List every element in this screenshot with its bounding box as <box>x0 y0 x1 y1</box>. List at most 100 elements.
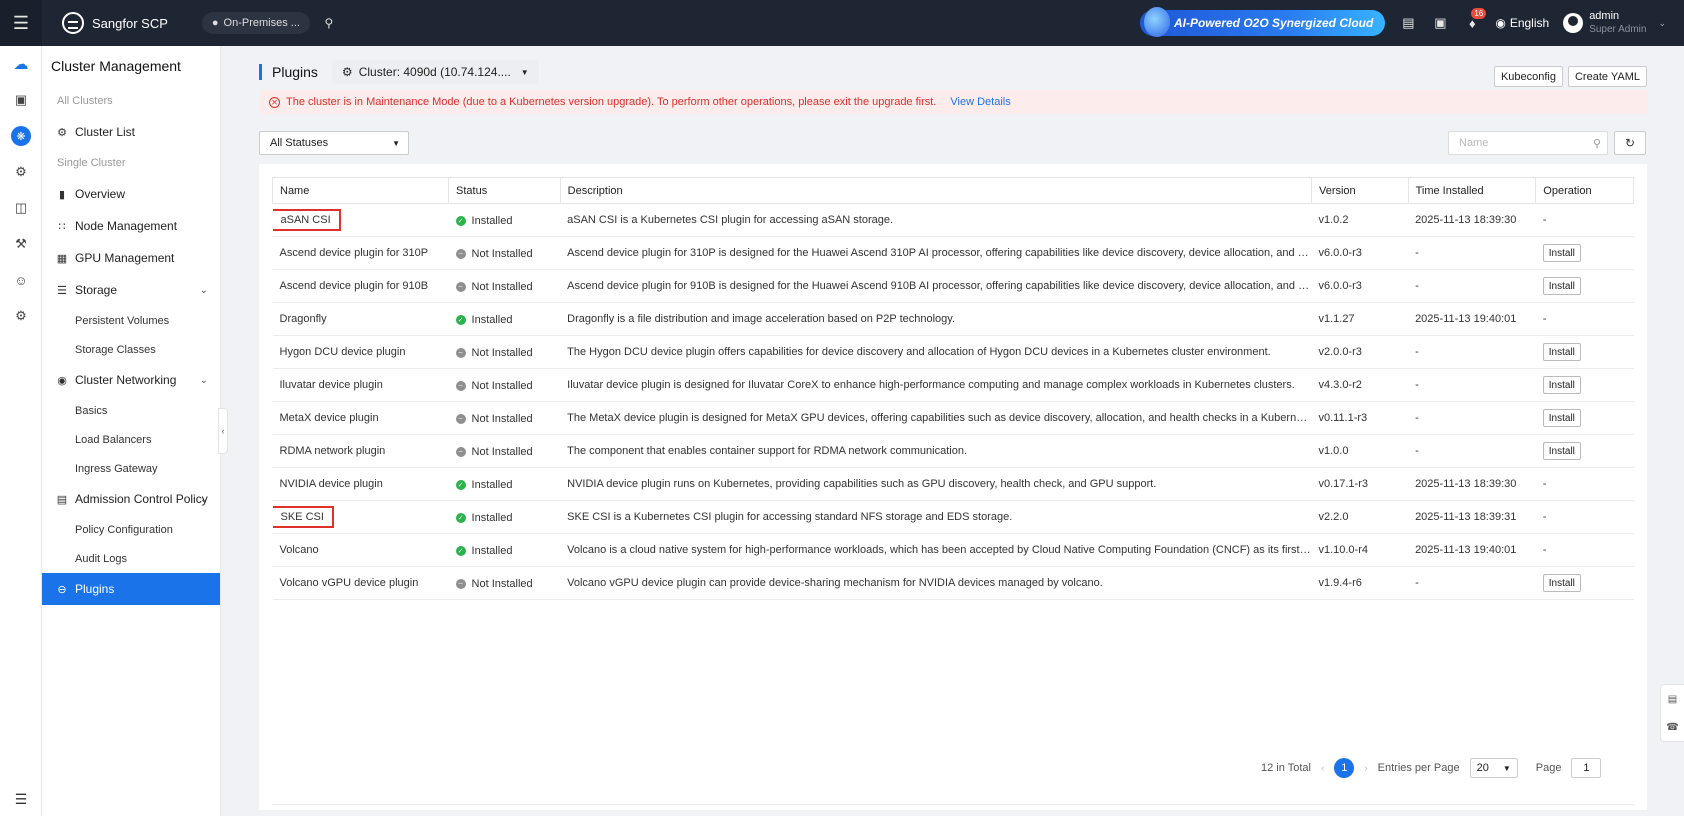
plugin-name[interactable]: Volcano <box>272 533 449 567</box>
operation-cell: Install <box>1535 434 1634 468</box>
cluster-selector[interactable]: ⚙ Cluster: 4090d (10.74.124.... ▼ <box>331 60 539 84</box>
support-icon[interactable]: ☎ <box>1666 722 1678 733</box>
install-button[interactable]: Install <box>1542 409 1581 427</box>
plugin-name[interactable]: aSAN CSI <box>272 203 449 237</box>
gpu-icon: ▦ <box>56 252 68 265</box>
user-icon[interactable]: ☺ <box>0 262 42 298</box>
column-header-name[interactable]: Name <box>271 177 450 204</box>
caret-down-icon: ▼ <box>1502 763 1511 773</box>
app-logo[interactable]: Sangfor SCP <box>62 12 168 34</box>
cloud-icon[interactable]: ☁ <box>0 46 42 82</box>
plugin-name[interactable]: Hygon DCU device plugin <box>272 335 449 369</box>
column-header-time-installed[interactable]: Time Installed <box>1408 177 1537 204</box>
description-cell: The Hygon DCU device plugin offers capab… <box>560 335 1312 369</box>
search-input[interactable]: Name ⚲ <box>1448 131 1608 155</box>
sidebar-item-basics[interactable]: Basics <box>42 396 220 425</box>
gear-icon: ⚙ <box>57 126 67 139</box>
plugin-name-highlight: SKE CSI <box>272 506 334 528</box>
pager-divider <box>272 804 1634 805</box>
settings-icon[interactable]: ⚙ <box>0 298 42 334</box>
table-row: NVIDIA device plugin ✓ Installed NVIDIA dev… <box>272 467 1634 501</box>
sidebar-collapse-handle[interactable]: ‹ <box>218 408 228 454</box>
description-cell: Volcano vGPU device plugin can provide d… <box>560 566 1312 600</box>
sidebar-item-ingress-gateway[interactable]: Ingress Gateway <box>42 454 220 483</box>
search-icon[interactable]: ⚲ <box>320 14 338 32</box>
plugin-icon: ⊖ <box>57 583 67 596</box>
table-row: MetaX device plugin – Not Installed The Met… <box>272 401 1634 435</box>
view-details-link[interactable]: View Details <box>950 96 1010 108</box>
refresh-button[interactable]: ↻ <box>1614 131 1646 155</box>
version-cell: v0.11.1-r3 <box>1311 401 1409 435</box>
install-button[interactable]: Install <box>1542 574 1581 592</box>
entries-per-page-select[interactable]: 20 ▼ <box>1469 758 1518 778</box>
clipboard-icon[interactable]: ▤ <box>1399 14 1417 32</box>
install-button[interactable]: Install <box>1542 442 1581 460</box>
plugin-name[interactable]: NVIDIA device plugin <box>272 467 449 501</box>
version-cell: v1.0.2 <box>1311 203 1409 237</box>
minus-circle-icon: – <box>455 578 466 589</box>
time-installed-cell: 2025-11-13 18:39:30 <box>1408 467 1536 501</box>
sidebar-item-plugins[interactable]: ⊖ Plugins <box>42 573 220 605</box>
language-selector[interactable]: ◉ English <box>1495 16 1549 30</box>
kubeconfig-button[interactable]: Kubeconfig <box>1493 66 1563 87</box>
package-icon[interactable]: ◫ <box>0 190 42 226</box>
monitor-icon[interactable]: ▣ <box>0 82 42 118</box>
install-button[interactable]: Install <box>1542 343 1581 361</box>
page-input[interactable]: 1 <box>1571 758 1602 778</box>
sidebar-item-persistent-volumes[interactable]: Persistent Volumes <box>42 306 220 335</box>
plugin-name[interactable]: Ascend device plugin for 910B <box>272 269 449 303</box>
user-menu[interactable]: admin Super Admin ⌄ <box>1563 10 1666 36</box>
plugin-name[interactable]: Dragonfly <box>272 302 449 336</box>
plugin-name[interactable]: RDMA network plugin <box>272 434 449 468</box>
database-icon: ☰ <box>57 284 67 297</box>
table-row: Volcano ✓ Installed Volcano is a cloud nati… <box>272 533 1634 567</box>
status-label: Not Installed <box>471 346 533 359</box>
plugin-name[interactable]: Ascend device plugin for 310P <box>272 236 449 270</box>
sidebar-item-storage[interactable]: ☰ Storage ⌄ <box>42 274 220 306</box>
status-cell: – Not Installed <box>448 269 561 303</box>
sidebar-item-cluster-networking[interactable]: ◉ Cluster Networking ⌄ <box>42 364 220 396</box>
plugin-name[interactable]: MetaX device plugin <box>272 401 449 435</box>
sidebar-item-storage-classes[interactable]: Storage Classes <box>42 335 220 364</box>
table-row: Iluvatar device plugin – Not Installed Iluv… <box>272 368 1634 402</box>
cluster-icon[interactable]: ❋ <box>0 118 42 154</box>
location-pin-icon: ● <box>211 17 219 29</box>
minus-circle-icon: – <box>455 347 466 358</box>
status-label: Not Installed <box>471 379 533 392</box>
sidebar-item-audit-logs[interactable]: Audit Logs <box>42 544 220 573</box>
column-header-status[interactable]: Status <box>448 177 561 204</box>
status-filter[interactable]: All Statuses ▼ <box>259 131 409 155</box>
main-content: Plugins ⚙ Cluster: 4090d (10.74.124.... … <box>221 46 1684 816</box>
notes-icon[interactable]: ▤ <box>1668 694 1677 705</box>
sidebar-item-load-balancers[interactable]: Load Balancers <box>42 425 220 454</box>
sidebar-item-node-management[interactable]: ∷ Node Management <box>42 210 220 242</box>
bell-icon[interactable]: ♦ 16 <box>1463 8 1487 32</box>
network-icon[interactable]: ⚙ <box>0 154 42 190</box>
install-button[interactable]: Install <box>1542 244 1581 262</box>
wrench-icon[interactable]: ⚒ <box>0 226 42 262</box>
minus-circle-icon: – <box>455 281 466 292</box>
sidebar-item-gpu-management[interactable]: ▦ GPU Management <box>42 242 220 274</box>
install-button[interactable]: Install <box>1542 376 1581 394</box>
description-cell: Volcano is a cloud native system for hig… <box>560 533 1312 567</box>
plugin-name[interactable]: SKE CSI <box>272 500 449 534</box>
sidebar-item-admission-control-policy[interactable]: ▤ Admission Control Policy ⌄ <box>42 483 220 515</box>
promo-banner[interactable]: AI-Powered O2O Synergized Cloud <box>1139 7 1386 37</box>
sidebar-item-overview[interactable]: ▮ Overview <box>42 178 220 210</box>
plugin-name[interactable]: Iluvatar device plugin <box>272 368 449 402</box>
time-installed-cell: - <box>1408 236 1536 270</box>
install-button[interactable]: Install <box>1542 277 1581 295</box>
plugin-name[interactable]: Volcano vGPU device plugin <box>272 566 449 600</box>
status-cell: – Not Installed <box>448 368 561 402</box>
page-number[interactable]: 1 <box>1334 758 1355 778</box>
sidebar-item-cluster-list[interactable]: ⚙ Cluster List <box>42 116 220 148</box>
collapse-menu-icon[interactable]: ☰ <box>0 791 42 808</box>
sidebar-item-policy-configuration[interactable]: Policy Configuration <box>42 515 220 544</box>
location-selector[interactable]: ● On-Premises ... <box>201 12 310 34</box>
menu-icon[interactable]: ☰ <box>0 0 42 46</box>
prev-page-icon[interactable]: ‹ <box>1321 763 1324 774</box>
create-yaml-button[interactable]: Create YAML <box>1567 66 1647 87</box>
status-label: Installed <box>471 478 513 491</box>
next-page-icon[interactable]: › <box>1364 763 1367 774</box>
document-icon[interactable]: ▣ <box>1431 14 1449 32</box>
